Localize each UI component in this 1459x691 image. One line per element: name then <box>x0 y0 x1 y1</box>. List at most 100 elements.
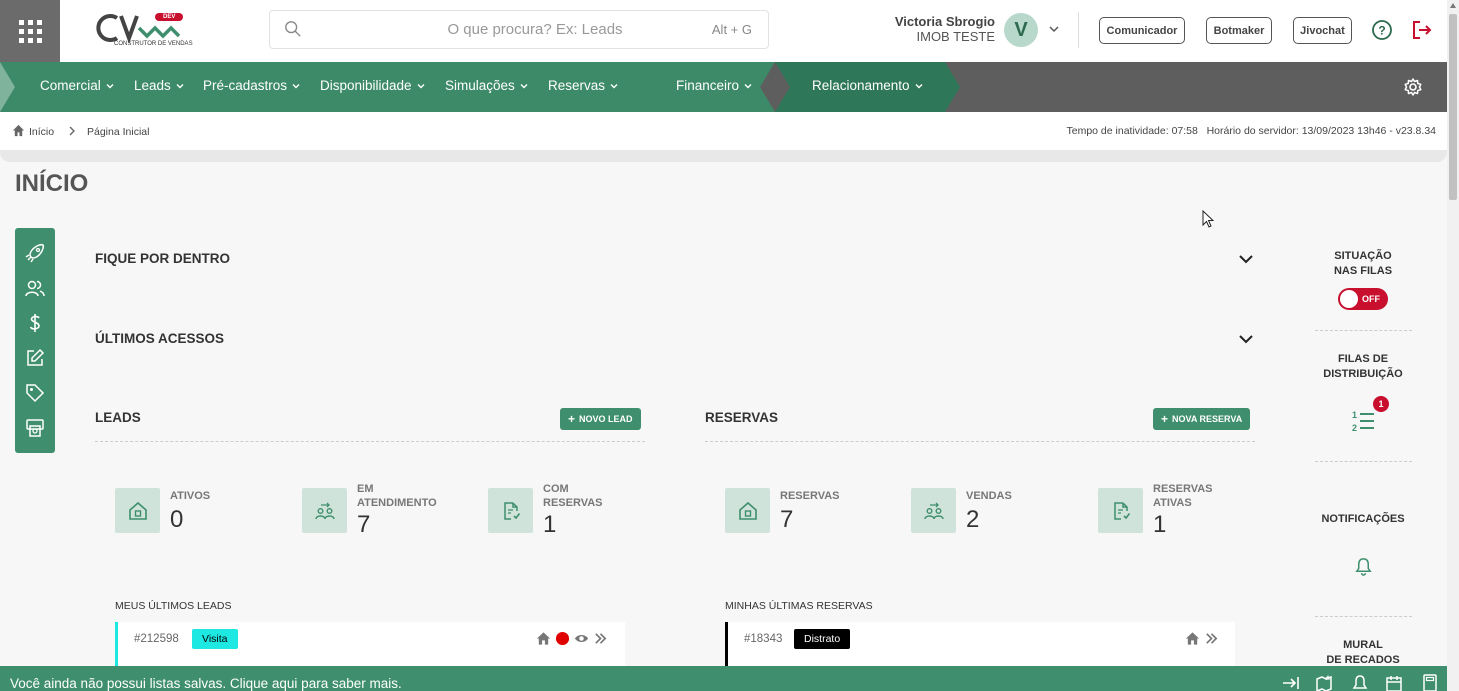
chevron-down-icon <box>106 83 114 88</box>
saved-lists-bar: Você ainda não possui listas salvas. Cli… <box>0 666 1447 691</box>
people-exchange-icon <box>923 502 944 519</box>
edit-icon[interactable] <box>25 348 45 368</box>
distribution-queues-title: FILAS DE DISTRIBUIÇÃO <box>1293 352 1433 382</box>
new-reserva-label: NOVA RESERVA <box>1172 414 1243 424</box>
nav-label: Disponibilidade <box>320 78 412 93</box>
double-chevron-right-icon[interactable] <box>593 631 608 646</box>
nav-label: Simulações <box>445 78 515 93</box>
scroll-thumb[interactable] <box>1449 14 1457 200</box>
toggle-label: OFF <box>1362 294 1380 304</box>
plus-icon: + <box>1161 412 1169 426</box>
status-badge: Distrato <box>794 629 851 649</box>
nav-disponibilidade[interactable]: Disponibilidade <box>320 78 426 93</box>
atm-icon[interactable] <box>25 418 45 438</box>
nav-pre-cadastros[interactable]: Pré-cadastros <box>203 78 301 93</box>
stat-value: 0 <box>170 506 184 533</box>
dollar-icon[interactable] <box>25 313 45 333</box>
jivochat-button[interactable]: Jivochat <box>1293 17 1352 44</box>
people-exchange-icon <box>314 502 335 519</box>
chevron-down-icon <box>610 83 618 88</box>
breadcrumb-shadow <box>0 150 1447 162</box>
house-icon[interactable] <box>1185 631 1200 646</box>
stat-label-line: RESERVAS <box>543 496 603 509</box>
nav-leads[interactable]: Leads <box>134 78 185 93</box>
help-icon[interactable]: ? <box>1371 19 1393 41</box>
svg-text:2: 2 <box>1352 423 1357 433</box>
stat-icon-box <box>115 488 160 533</box>
home-icon[interactable] <box>12 124 25 137</box>
server-info: Tempo de inatividade: 07:58 Horário do s… <box>1066 125 1437 137</box>
breadcrumb: Início Página Inicial Tempo de inativida… <box>0 112 1447 152</box>
lead-card[interactable]: #212598 Visita <box>115 622 625 667</box>
scroll-up-arrow-icon[interactable] <box>1450 3 1456 8</box>
calendar-icon[interactable] <box>1385 674 1403 691</box>
search-input[interactable] <box>310 11 700 48</box>
svg-text:?: ? <box>1378 24 1385 38</box>
queue-title-line: SITUAÇÃO <box>1334 250 1392 262</box>
house-icon[interactable] <box>536 631 551 646</box>
stat-value: 7 <box>357 511 371 538</box>
new-reserva-button[interactable]: + NOVA RESERVA <box>1153 408 1251 430</box>
section-ultimos-acessos[interactable]: ÚLTIMOS ACESSOS <box>95 331 224 346</box>
chevron-down-icon[interactable] <box>1238 331 1254 347</box>
reserva-id: #18343 <box>744 633 783 645</box>
nav-label: Relacionamento <box>812 78 910 93</box>
breadcrumb-home-link[interactable]: Início <box>29 126 54 138</box>
map-star-icon[interactable] <box>1315 674 1333 691</box>
calculator-icon[interactable] <box>1421 674 1439 691</box>
stat-icon-box <box>725 488 770 533</box>
page-scrollbar[interactable] <box>1447 0 1459 691</box>
chevron-down-icon[interactable] <box>1238 251 1254 267</box>
nav-relacionamento[interactable]: Relacionamento <box>812 78 924 93</box>
logout-icon[interactable] <box>1411 19 1433 41</box>
double-chevron-right-icon[interactable] <box>1204 631 1219 646</box>
reserva-card[interactable]: #18343 Distrato <box>725 622 1235 667</box>
stat-label: EM ATENDIMENTO <box>357 483 437 510</box>
nav-simulacoes[interactable]: Simulações <box>445 78 529 93</box>
chevron-down-icon <box>915 83 923 88</box>
users-icon[interactable] <box>25 278 45 298</box>
divider <box>1315 461 1412 462</box>
bell-icon[interactable] <box>1351 674 1369 691</box>
house-icon <box>738 501 757 520</box>
numbered-list-icon[interactable]: 1 2 <box>1350 408 1376 434</box>
brand-logo[interactable]: DEV CONSTRUTOR DE VENDAS <box>95 10 193 50</box>
mural-title: MURAL DE RECADOS <box>1293 638 1433 668</box>
avatar[interactable]: V <box>1004 13 1038 47</box>
chevron-right-icon <box>69 126 75 136</box>
eye-icon[interactable] <box>574 631 589 646</box>
house-icon <box>128 501 147 520</box>
stat-icon-box <box>302 488 347 533</box>
nav-reservas[interactable]: Reservas <box>548 78 619 93</box>
chevron-down-icon <box>176 83 184 88</box>
comunicador-button[interactable]: Comunicador <box>1099 17 1185 44</box>
saved-lists-message[interactable]: Você ainda não possui listas salvas. Cli… <box>10 676 402 691</box>
stat-label-line: ATIVAS <box>1153 496 1192 509</box>
stat-icon-box <box>911 488 956 533</box>
global-search[interactable]: Alt + G <box>269 10 769 49</box>
notifications-title: NOTIFICAÇÕES <box>1321 513 1405 525</box>
section-fique-por-dentro[interactable]: FIQUE POR DENTRO <box>95 251 230 266</box>
dev-badge: DEV <box>155 13 184 21</box>
new-lead-label: NOVO LEAD <box>579 414 633 424</box>
botmaker-button[interactable]: Botmaker <box>1206 17 1272 44</box>
tag-icon[interactable] <box>25 383 45 403</box>
apps-menu-button[interactable] <box>0 0 60 62</box>
new-lead-button[interactable]: + NOVO LEAD <box>560 408 641 430</box>
status-badge: Visita <box>192 629 238 649</box>
nav-financeiro[interactable]: Financeiro <box>676 78 753 93</box>
stat-label-line: RESERVAS <box>1153 483 1213 495</box>
chevron-down-icon <box>520 83 528 88</box>
user-info[interactable]: Victoria Sbrogio IMOB TESTE <box>870 14 995 44</box>
stat-label: ATIVOS <box>170 490 211 502</box>
chevron-down-icon[interactable] <box>1047 22 1061 36</box>
top-header: DEV CONSTRUTOR DE VENDAS Alt + G Victori… <box>0 0 1447 62</box>
nav-comercial[interactable]: Comercial <box>40 78 115 93</box>
gear-icon[interactable] <box>1403 77 1423 97</box>
bell-icon[interactable] <box>1354 557 1373 576</box>
stat-value: 1 <box>543 511 557 538</box>
search-icon <box>285 21 301 37</box>
rocket-icon[interactable] <box>25 243 45 263</box>
arrow-to-right-icon[interactable] <box>1282 674 1300 691</box>
queue-toggle[interactable]: OFF <box>1338 288 1388 310</box>
